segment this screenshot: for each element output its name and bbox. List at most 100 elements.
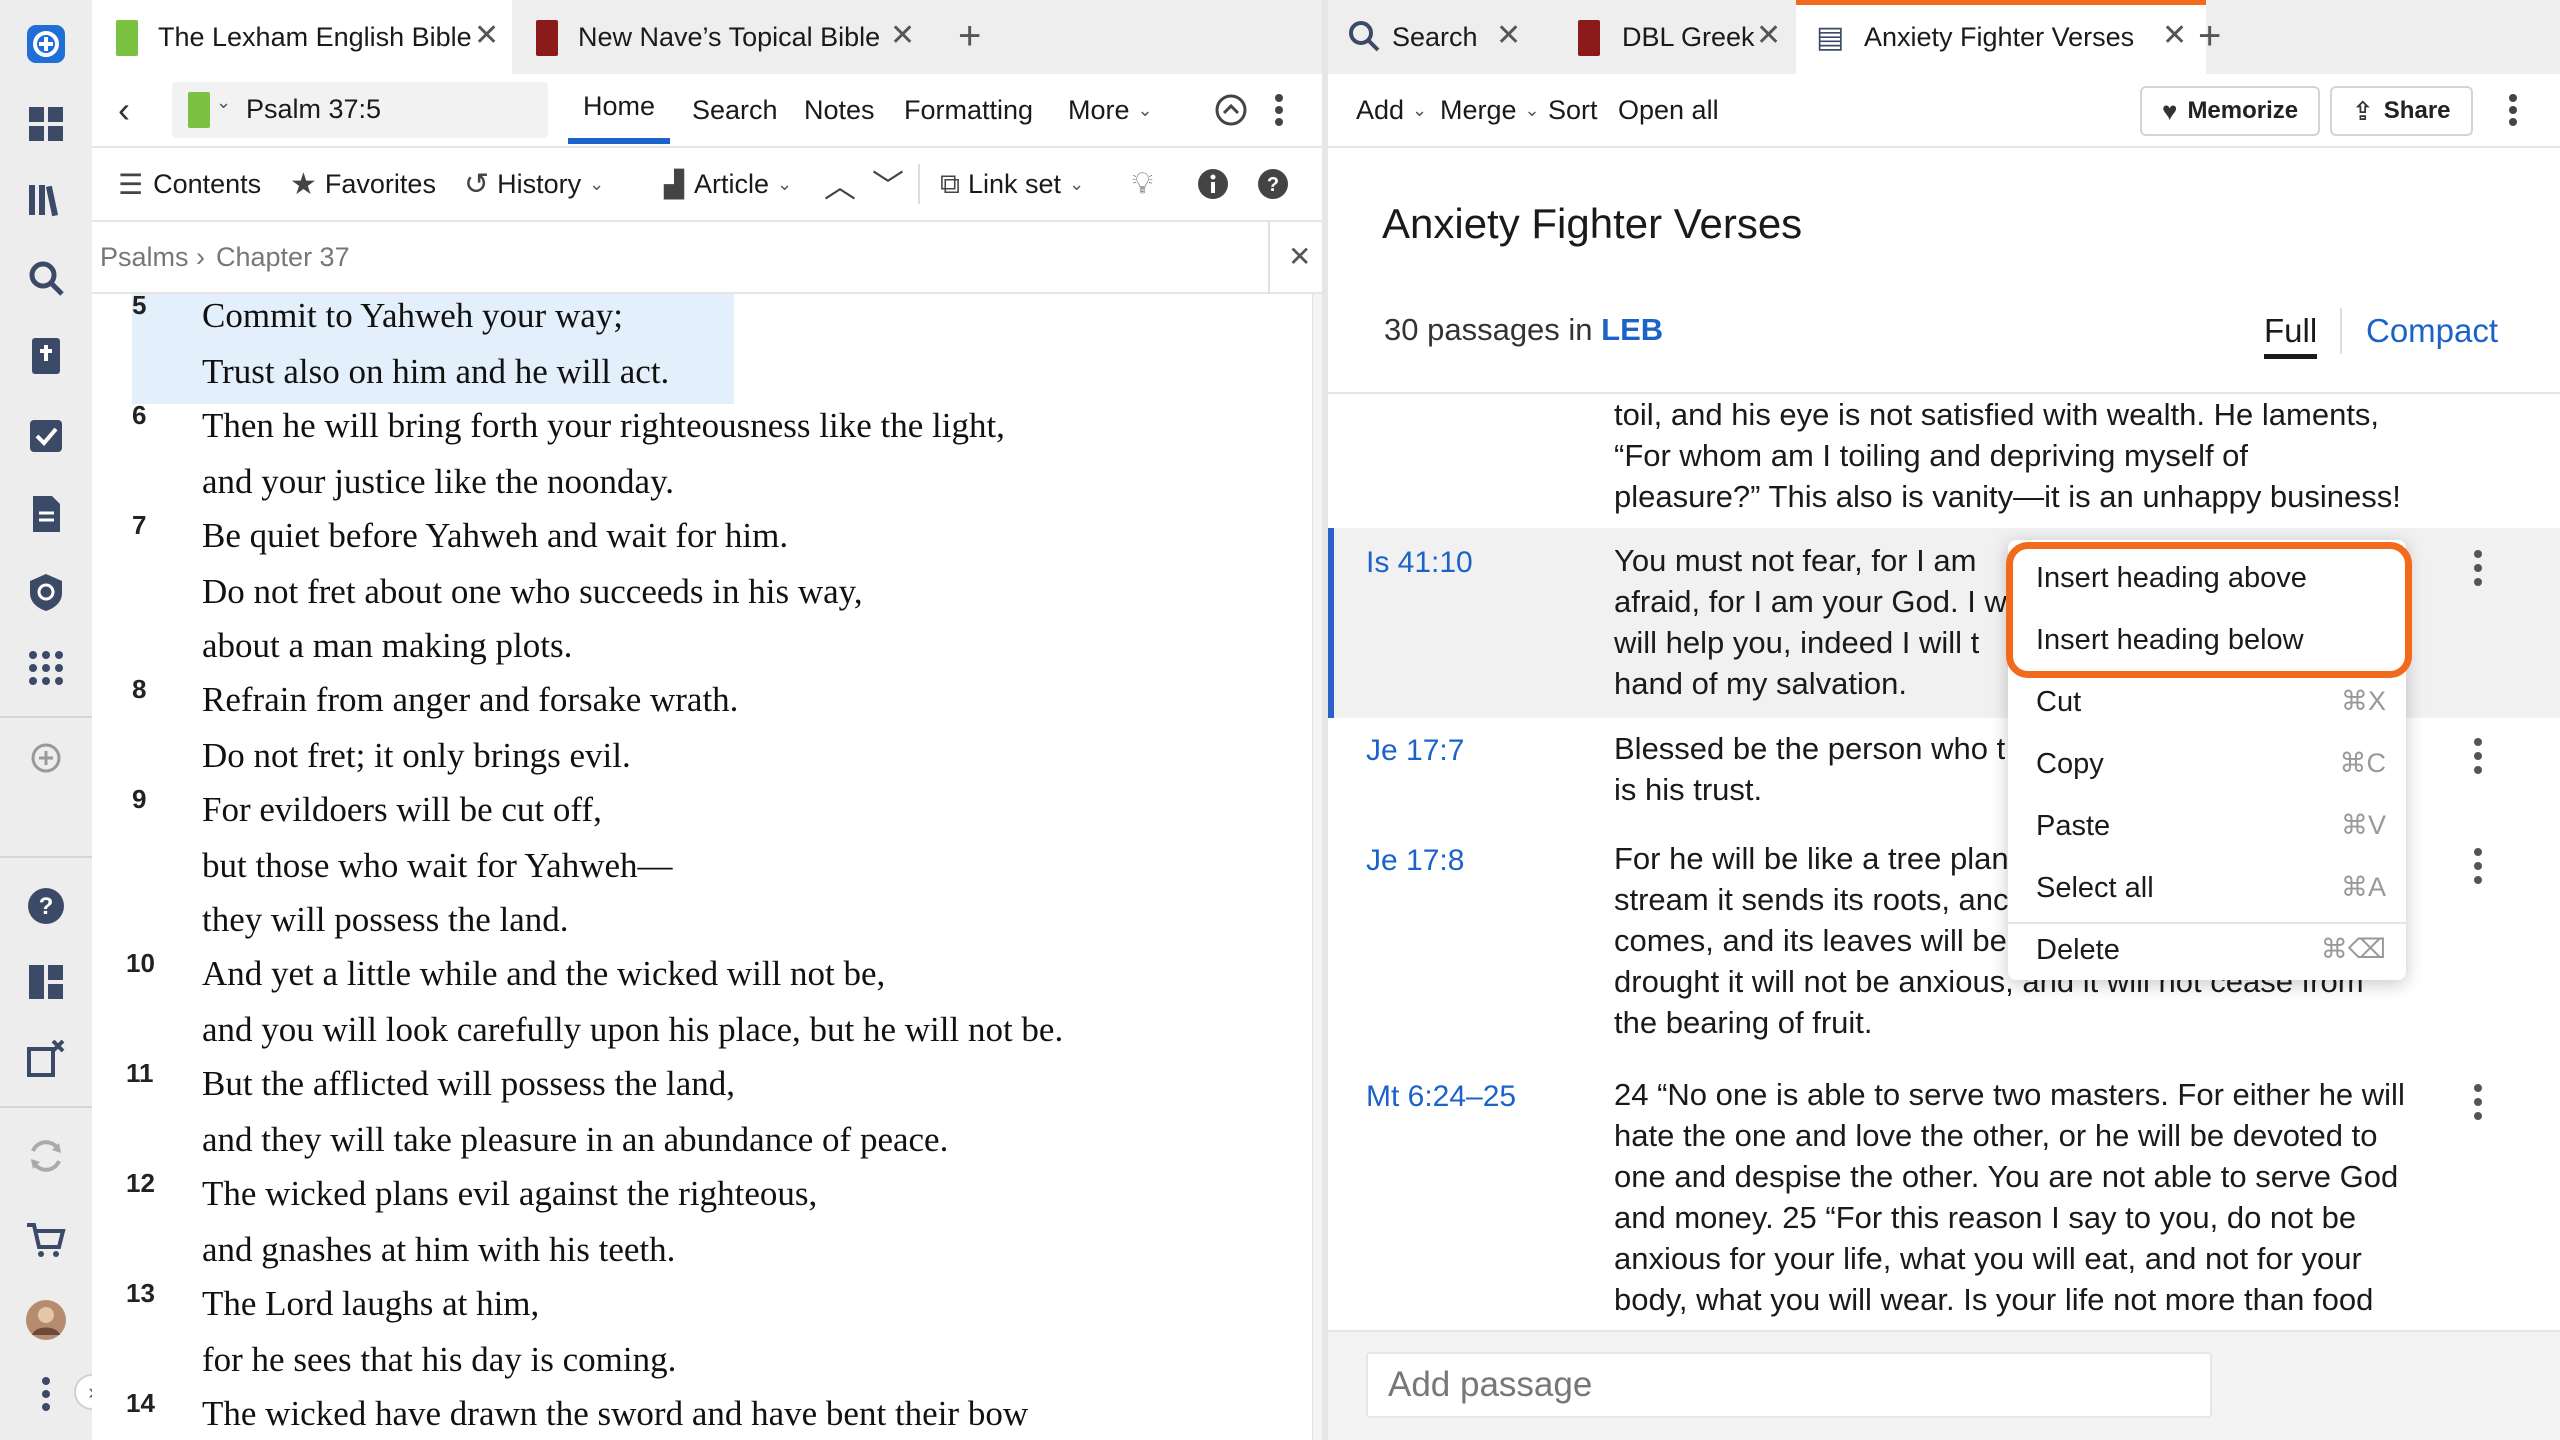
- verse-line[interactable]: and they will take pleasure in an abunda…: [202, 1120, 948, 1160]
- bible-icon[interactable]: [22, 332, 70, 380]
- next-article-icon[interactable]: ﹀: [872, 148, 904, 220]
- new-tab-button[interactable]: +: [958, 14, 981, 59]
- merge-button[interactable]: Merge ⌄: [1440, 74, 1540, 146]
- verse-line[interactable]: For evildoers will be cut off,: [202, 790, 602, 830]
- passage-row[interactable]: Mt 6:24–25 24 “No one is able to serve tw…: [1328, 1064, 2560, 1332]
- verse-line[interactable]: Refrain from anger and forsake wrath.: [202, 680, 738, 720]
- contents-button[interactable]: ☰ Contents: [118, 148, 261, 220]
- close-icon[interactable]: ✕: [1496, 18, 1521, 53]
- verse-line[interactable]: for he sees that his day is coming.: [202, 1340, 676, 1380]
- tab-search[interactable]: Search: [692, 74, 778, 146]
- tab-notes[interactable]: Notes: [804, 74, 875, 146]
- documents-icon[interactable]: [22, 490, 70, 538]
- add-button[interactable]: Add ⌄: [1356, 74, 1427, 146]
- library-icon[interactable]: [22, 176, 70, 224]
- tab-naves-topical-bible[interactable]: New Nave’s Topical Bible ✕: [520, 0, 930, 74]
- close-icon[interactable]: ✕: [474, 18, 499, 53]
- help-icon[interactable]: ?: [22, 882, 70, 930]
- tab-formatting[interactable]: Formatting: [904, 74, 1033, 146]
- verse-line[interactable]: The Lord laughs at him,: [202, 1284, 539, 1324]
- open-all-button[interactable]: Open all: [1618, 74, 1719, 146]
- chevron-down-icon[interactable]: ⌄: [216, 92, 231, 113]
- breadcrumb-book[interactable]: Psalms: [100, 242, 189, 273]
- share-button[interactable]: ⇪ Share: [2330, 86, 2473, 136]
- verse-line[interactable]: But the afflicted will possess the land,: [202, 1064, 735, 1104]
- passage-menu-button[interactable]: [2474, 848, 2486, 890]
- close-icon[interactable]: ✕: [890, 18, 915, 53]
- more-vertical-icon[interactable]: [22, 1370, 70, 1418]
- verse-number[interactable]: 8: [132, 674, 146, 705]
- dashboard-icon[interactable]: [22, 100, 70, 148]
- verse-line[interactable]: Do not fret about one who succeeds in hi…: [202, 572, 863, 612]
- context-menu-item[interactable]: Paste ⌘V: [2008, 798, 2406, 854]
- link-set-button[interactable]: ⧉ Link set ⌄: [940, 148, 1084, 220]
- search-icon[interactable]: [22, 254, 70, 302]
- passage-menu-button[interactable]: [2474, 550, 2486, 592]
- breadcrumb-chapter[interactable]: Chapter 37: [216, 242, 350, 273]
- guides-icon[interactable]: [22, 568, 70, 616]
- tab-lexham-english-bible[interactable]: The Lexham English Bible ✕: [92, 0, 512, 74]
- document-title[interactable]: Anxiety Fighter Verses: [1382, 200, 1802, 248]
- version-link[interactable]: LEB: [1601, 312, 1663, 347]
- logos-home-icon[interactable]: [22, 20, 70, 68]
- reference-input[interactable]: Psalm 37:5: [246, 94, 381, 125]
- verse-line[interactable]: they will possess the land.: [202, 900, 569, 940]
- article-button[interactable]: ▟ Article ⌄: [664, 148, 792, 220]
- tab-anxiety-fighter-verses[interactable]: ▤ Anxiety Fighter Verses ✕: [1796, 0, 2206, 74]
- verse-number[interactable]: 13: [126, 1278, 155, 1309]
- verse-line[interactable]: And yet a little while and the wicked wi…: [202, 954, 885, 994]
- add-passage-input[interactable]: Add passage: [1366, 1352, 2212, 1418]
- passage-reference[interactable]: Is 41:10: [1366, 546, 1473, 580]
- verse-line[interactable]: Trust also on him and he will act.: [202, 352, 669, 392]
- passage-menu-button[interactable]: [2474, 1084, 2486, 1126]
- verse-number[interactable]: 9: [132, 784, 146, 815]
- panel-menu-button[interactable]: [1272, 74, 1286, 146]
- history-button[interactable]: ↺ History ⌄: [464, 148, 604, 220]
- lightbulb-icon[interactable]: 💡︎: [1132, 148, 1153, 220]
- collapse-toolbar-button[interactable]: [1214, 74, 1248, 146]
- add-shortcut-icon[interactable]: [22, 734, 70, 782]
- panel-menu-button[interactable]: [2506, 74, 2520, 146]
- close-icon[interactable]: ✕: [1288, 240, 1311, 273]
- apps-grid-icon[interactable]: [22, 644, 70, 692]
- avatar[interactable]: [22, 1296, 70, 1344]
- layouts-icon[interactable]: [22, 958, 70, 1006]
- verse-line[interactable]: Be quiet before Yahweh and wait for him.: [202, 516, 788, 556]
- sync-icon[interactable]: [22, 1132, 70, 1180]
- new-tab-button[interactable]: +: [2198, 14, 2221, 59]
- tab-dbl-greek[interactable]: DBL Greek ✕: [1548, 0, 1796, 74]
- reference-box[interactable]: ⌄ Psalm 37:5: [172, 82, 548, 138]
- verse-line[interactable]: and your justice like the noonday.: [202, 462, 674, 502]
- back-button[interactable]: ‹: [118, 74, 130, 146]
- verse-number[interactable]: 12: [126, 1168, 155, 1199]
- memorize-button[interactable]: ♥ Memorize: [2140, 86, 2321, 136]
- passage-reference[interactable]: Mt 6:24–25: [1366, 1080, 1516, 1114]
- scrollbar[interactable]: [1312, 294, 1322, 1440]
- context-menu-item[interactable]: Cut ⌘X: [2008, 674, 2406, 730]
- verse-line[interactable]: Then he will bring forth your righteousn…: [202, 406, 1005, 446]
- help-button[interactable]: ?: [1256, 148, 1290, 220]
- verse-line[interactable]: and gnashes at him with his teeth.: [202, 1230, 675, 1270]
- verse-line[interactable]: The wicked have drawn the sword and have…: [202, 1394, 1028, 1434]
- verse-line[interactable]: Commit to Yahweh your way;: [202, 296, 623, 336]
- tab-search[interactable]: Search ✕: [1328, 0, 1548, 74]
- previous-article-icon[interactable]: ︿: [824, 148, 856, 220]
- passage-reference[interactable]: Je 17:8: [1366, 844, 1464, 878]
- verse-number[interactable]: 6: [132, 400, 146, 431]
- verse-line[interactable]: about a man making plots.: [202, 626, 572, 666]
- verse-number[interactable]: 11: [126, 1058, 154, 1089]
- verse-number[interactable]: 10: [126, 948, 155, 979]
- verse-line[interactable]: Do not fret; it only brings evil.: [202, 736, 631, 776]
- verse-line[interactable]: but those who wait for Yahweh—: [202, 846, 673, 886]
- tab-home[interactable]: Home: [568, 74, 670, 144]
- context-menu-item[interactable]: Delete ⌘⌫: [2008, 922, 2406, 978]
- verse-number[interactable]: 7: [132, 510, 146, 541]
- passage-menu-button[interactable]: [2474, 738, 2486, 780]
- close-panels-icon[interactable]: [22, 1034, 70, 1082]
- passage-row[interactable]: toil, and his eye is not satisfied with …: [1328, 394, 2560, 526]
- context-menu-item[interactable]: Copy ⌘C: [2008, 736, 2406, 792]
- tab-more[interactable]: More ⌄: [1068, 74, 1153, 146]
- reading-plan-icon[interactable]: [22, 412, 70, 460]
- view-compact-tab[interactable]: Compact: [2366, 312, 2498, 350]
- cart-icon[interactable]: [22, 1216, 70, 1264]
